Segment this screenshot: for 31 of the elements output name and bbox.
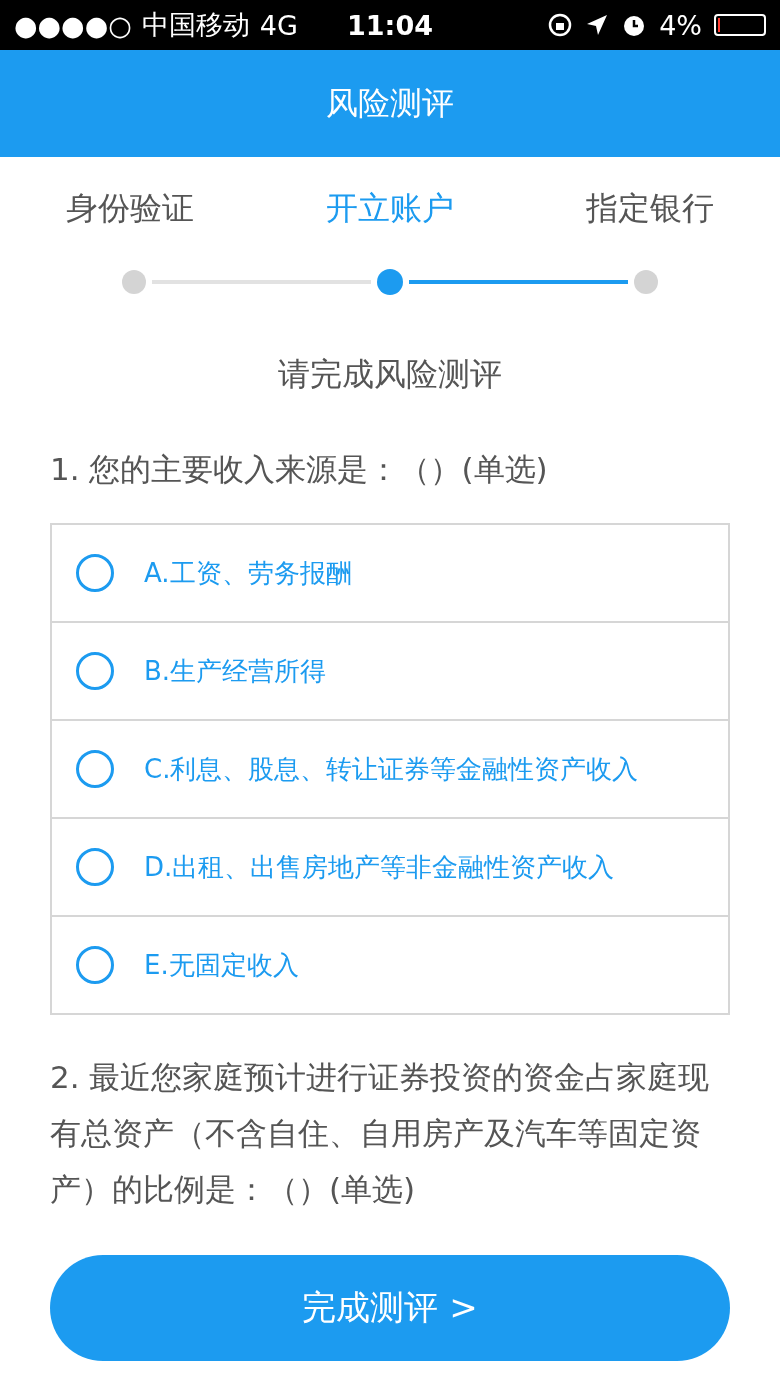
option-row[interactable]: E.无固定收入	[52, 915, 728, 1013]
step-label: 开立账户	[326, 188, 454, 229]
radio-button[interactable]	[76, 554, 114, 592]
submit-button[interactable]: 完成测评 >	[50, 1255, 730, 1361]
option-label: A.工资、劳务报酬	[144, 556, 352, 590]
location-arrow-icon	[585, 13, 610, 37]
radio-button[interactable]	[76, 652, 114, 690]
question-text: 2. 最近您家庭预计进行证券投资的资金占家庭现有总资产（不含自住、自用房产及汽车等固定资产）的比例是：（）(单选)	[49, 1058, 711, 1209]
step-label: 指定银行	[586, 188, 714, 229]
option-row[interactable]: B.生产经营所得	[52, 621, 728, 719]
signal-strength: ●●●●○	[14, 9, 132, 41]
battery-percentage: 4%	[659, 9, 702, 41]
option-label: B.生产经营所得	[144, 654, 327, 688]
option-label: C.利息、股息、转让证券等金融性资产收入	[144, 752, 639, 786]
radio-button[interactable]	[76, 946, 114, 984]
radio-button[interactable]	[76, 750, 114, 788]
question-text: 1. 您的主要收入来源是：（）(单选)	[49, 450, 549, 489]
page-title: 风险测评	[326, 82, 454, 124]
radio-button[interactable]	[76, 848, 114, 886]
option-row[interactable]: A.工资、劳务报酬	[52, 525, 728, 621]
option-label: D.出租、出售房地产等非金融性资产收入	[144, 850, 615, 884]
carrier-name: 中国移动	[141, 8, 250, 42]
battery-icon	[714, 14, 766, 36]
option-row[interactable]: C.利息、股息、转让证券等金融性资产收入	[52, 719, 728, 817]
step-label: 身份验证	[66, 188, 194, 229]
rotation-lock-icon	[547, 12, 574, 38]
status-time: 11:04	[347, 9, 433, 41]
instruction-text: 请完成风险测评	[277, 354, 503, 395]
option-row[interactable]: D.出租、出售房地产等非金融性资产收入	[52, 817, 728, 915]
option-label: E.无固定收入	[144, 948, 299, 982]
network-type: 4G	[259, 9, 298, 41]
